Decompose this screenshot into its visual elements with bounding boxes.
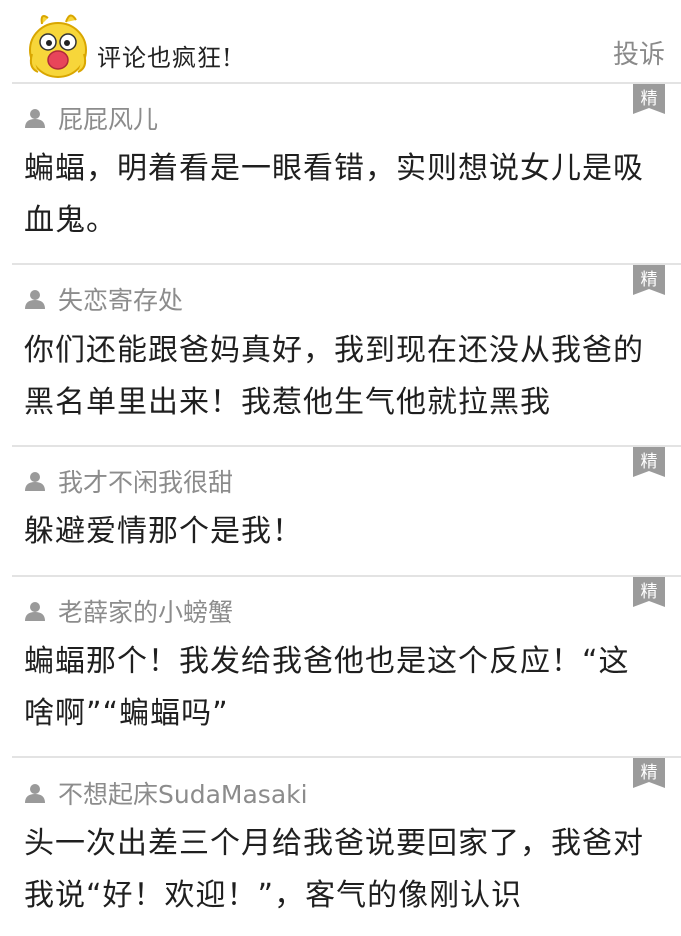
user-icon	[25, 109, 45, 128]
svg-text:精: 精	[641, 763, 658, 783]
divider	[12, 82, 681, 84]
comment-username[interactable]: 不想起床SudaMasaki	[58, 775, 308, 811]
divider	[12, 575, 681, 577]
featured-badge: 精	[633, 758, 665, 788]
comment-username[interactable]: 屁屁风儿	[58, 100, 158, 136]
comment-user-row: 不想起床SudaMasaki	[24, 775, 308, 811]
comment-text: 头一次出差三个月给我爸说要回家了，我爸对我说“好！欢迎！”，客气的像刚认识	[24, 826, 644, 913]
svg-text:精: 精	[641, 270, 658, 290]
featured-badge: 精	[633, 447, 665, 477]
featured-badge: 精	[633, 577, 665, 607]
comment-text: 蝙蝠那个！我发给我爸他也是这个反应！“这啥啊”“蝙蝠吗”	[24, 644, 630, 731]
svg-text:精: 精	[641, 89, 658, 109]
report-button[interactable]: 投诉	[613, 34, 665, 71]
featured-badge: 精	[633, 84, 665, 114]
comment-user-row: 我才不闲我很甜	[24, 463, 233, 499]
page-header: 评论也疯狂! 投诉	[0, 0, 681, 82]
comment-text: 躲避爱情那个是我！	[24, 514, 303, 549]
comment-text: 你们还能跟爸妈真好，我到现在还没从我爸的黑名单里出来！我惹他生气他就拉黑我	[24, 333, 644, 420]
comment-username[interactable]: 老薛家的小螃蟹	[58, 593, 233, 629]
mascot-icon	[29, 14, 87, 78]
user-icon	[25, 472, 45, 491]
user-icon	[25, 290, 45, 309]
page-title: 评论也疯狂!	[97, 44, 233, 72]
comment-user-row: 老薛家的小螃蟹	[24, 593, 233, 629]
comment-username[interactable]: 失恋寄存处	[58, 281, 183, 317]
user-icon	[25, 602, 45, 621]
divider	[12, 263, 681, 265]
comment-username[interactable]: 我才不闲我很甜	[58, 463, 233, 499]
divider	[12, 445, 681, 447]
comment-text: 蝙蝠，明着看是一眼看错，实则想说女儿是吸血鬼。	[24, 151, 644, 238]
user-icon	[25, 784, 45, 803]
comment-user-row: 失恋寄存处	[24, 281, 183, 317]
featured-badge: 精	[633, 265, 665, 295]
svg-text:精: 精	[641, 452, 658, 472]
divider	[12, 756, 681, 758]
comment-user-row: 屁屁风儿	[24, 100, 158, 136]
svg-text:精: 精	[641, 582, 658, 602]
